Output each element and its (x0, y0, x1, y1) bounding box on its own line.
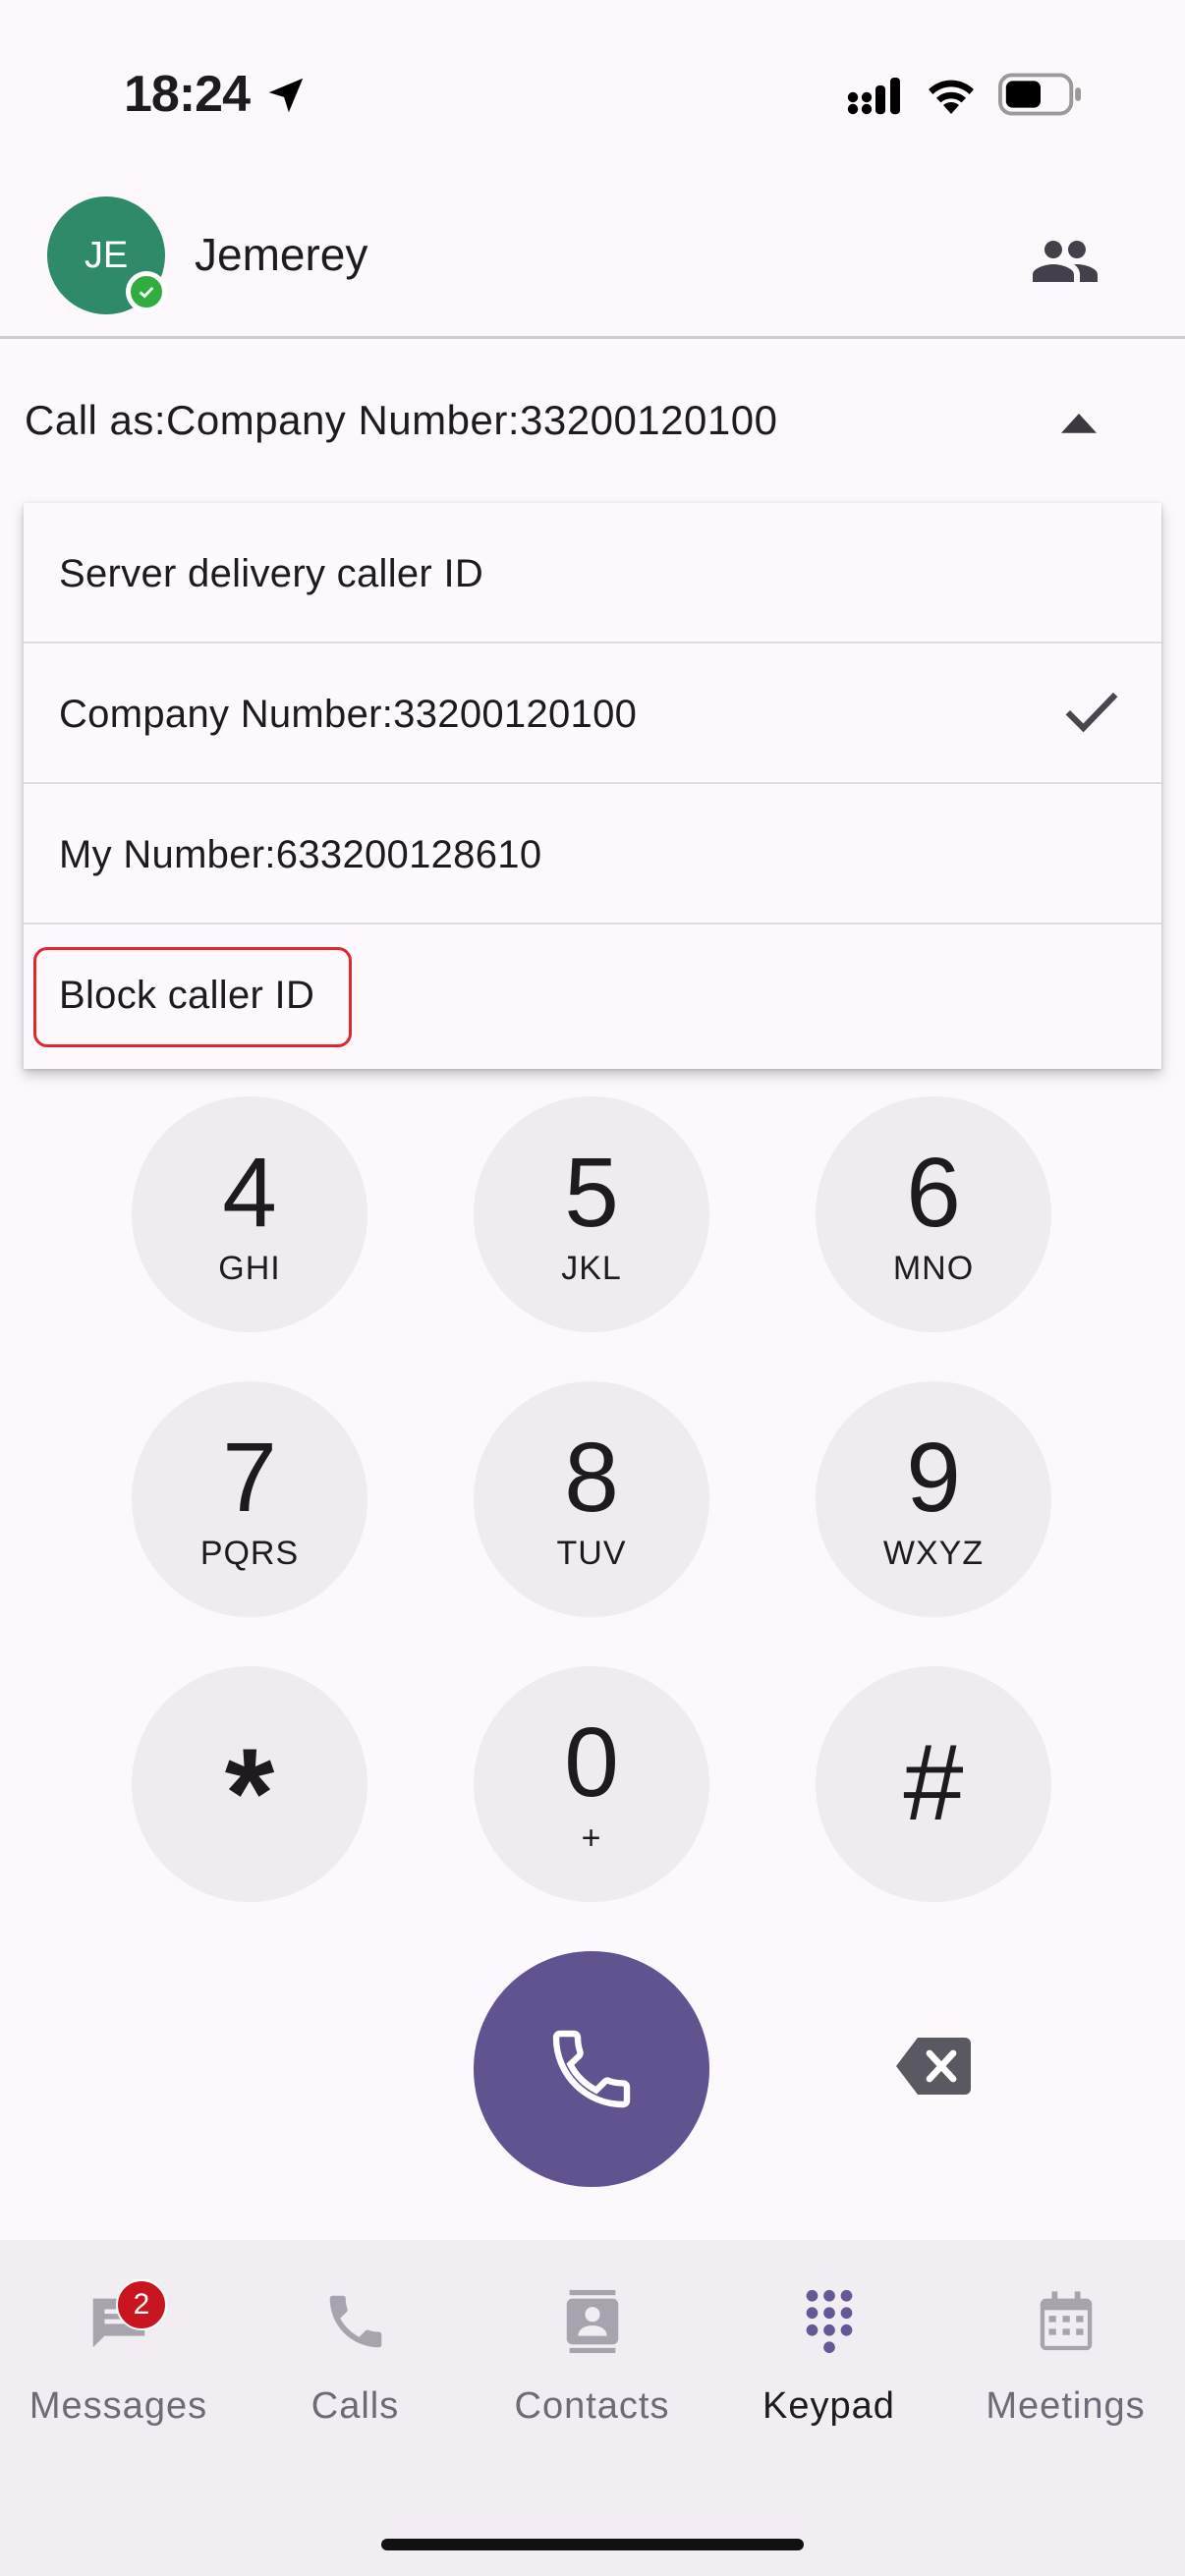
checkmark-icon (1065, 692, 1118, 733)
dropdown-item-label: Server delivery caller ID (59, 552, 484, 595)
dialpad-icon (806, 2289, 853, 2354)
nav-label: Contacts (514, 2385, 670, 2427)
nav-item-meetings[interactable]: Meetings (947, 2240, 1184, 2436)
nav-item-contacts[interactable]: Contacts (474, 2240, 710, 2436)
user-name: Jemerey (195, 229, 368, 280)
nav-label: Meetings (986, 2385, 1146, 2427)
presence-online-icon (126, 271, 167, 312)
key-digit: 0 (564, 1708, 619, 1818)
calendar-icon (1040, 2291, 1093, 2351)
nav-label: Calls (310, 2385, 400, 2427)
highlight-outline (33, 947, 352, 1047)
app-header: JE Jemerey (0, 187, 1185, 339)
key-digit: * (224, 1721, 275, 1865)
nav-item-keypad[interactable]: Keypad (710, 2240, 947, 2436)
key-letters: JKL (561, 1250, 622, 1287)
key-letters: MNO (892, 1250, 975, 1287)
key-hash[interactable]: # (816, 1666, 1051, 1902)
key-7[interactable]: 7 PQRS (132, 1381, 367, 1617)
nav-label: Messages (28, 2385, 208, 2427)
key-digit: 6 (906, 1138, 961, 1248)
key-letters: TUV (556, 1535, 627, 1572)
contact-card-icon (566, 2289, 619, 2354)
phone-icon (329, 2295, 382, 2348)
key-letters: WXYZ (882, 1535, 985, 1572)
dropdown-item-my-number[interactable]: My Number:633200128610 (24, 784, 1161, 924)
key-8[interactable]: 8 TUV (474, 1381, 709, 1617)
key-5[interactable]: 5 JKL (474, 1096, 709, 1332)
key-digit: 9 (906, 1423, 961, 1533)
key-digit: 5 (564, 1138, 619, 1248)
nav-item-messages[interactable]: 2 Messages (0, 2240, 237, 2436)
key-digit: 4 (222, 1138, 277, 1248)
avatar-initials: JE (84, 234, 129, 276)
key-letters: PQRS (199, 1535, 300, 1572)
status-bar: 18:24 (0, 0, 1185, 187)
unread-badge: 2 (116, 2279, 167, 2330)
key-0[interactable]: 0 + (474, 1666, 709, 1902)
key-letters: GHI (218, 1250, 281, 1287)
cellular-signal-icon (847, 78, 900, 115)
dropdown-item-server-delivery[interactable]: Server delivery caller ID (24, 503, 1161, 644)
status-time: 18:24 (124, 66, 251, 123)
caret-up-icon (1061, 414, 1097, 433)
people-icon[interactable] (1030, 226, 1100, 297)
key-letters: + (581, 1820, 602, 1857)
key-star[interactable]: * (132, 1666, 367, 1902)
wifi-icon (929, 80, 974, 114)
key-digit: 8 (564, 1423, 619, 1533)
call-button[interactable] (474, 1951, 709, 2187)
dropdown-item-label: My Number:633200128610 (59, 833, 542, 876)
call-as-selector[interactable]: Call as:Company Number:33200120100 (0, 354, 1185, 491)
caller-id-dropdown: Server delivery caller ID Company Number… (24, 503, 1161, 1069)
key-digit: 7 (222, 1423, 277, 1533)
call-as-label: Call as:Company Number:33200120100 (25, 397, 778, 443)
key-digit: # (903, 1722, 964, 1843)
bottom-navigation: 2 Messages Calls Contacts Keypad Meeting… (0, 2240, 1185, 2576)
key-9[interactable]: 9 WXYZ (816, 1381, 1051, 1617)
nav-label: Keypad (762, 2385, 895, 2427)
dropdown-item-label: Company Number:33200120100 (59, 693, 638, 736)
backspace-icon[interactable] (896, 2038, 971, 2095)
location-arrow-icon (268, 78, 304, 113)
nav-item-calls[interactable]: Calls (237, 2240, 474, 2436)
key-4[interactable]: 4 GHI (132, 1096, 367, 1332)
key-6[interactable]: 6 MNO (816, 1096, 1051, 1332)
phone-icon (552, 2030, 631, 2108)
home-indicator (381, 2539, 804, 2550)
dropdown-item-company-number[interactable]: Company Number:33200120100 (24, 644, 1161, 784)
battery-icon (998, 73, 1082, 116)
